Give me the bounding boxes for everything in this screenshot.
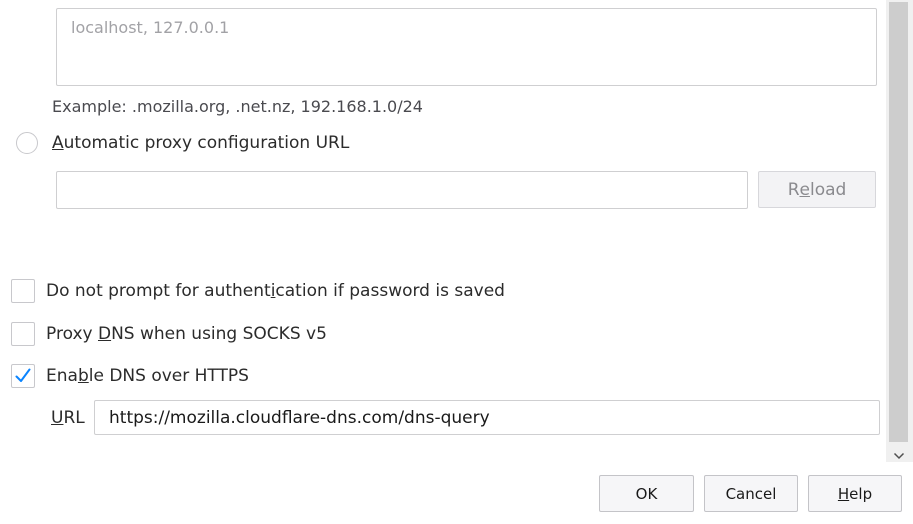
no-proxy-example: Example: .mozilla.org, .net.nz, 192.168.… xyxy=(52,97,423,116)
enable-doh-accesskey: b xyxy=(77,366,89,386)
enable-doh-label-post: le DNS over HTTPS xyxy=(88,366,249,386)
scrollbar-thumb[interactable] xyxy=(889,2,908,442)
auto-proxy-radio-row[interactable]: Automatic proxy configuration URL xyxy=(16,132,349,154)
auto-proxy-radio[interactable] xyxy=(16,132,38,154)
no-auth-prompt-row[interactable]: Do not prompt for authentication if pass… xyxy=(11,279,505,303)
connection-settings-panel: localhost, 127.0.0.1 Example: .mozilla.o… xyxy=(0,0,886,462)
enable-doh-checkbox[interactable] xyxy=(11,364,35,388)
reload-button[interactable]: Re load xyxy=(758,171,876,208)
auto-proxy-radio-label[interactable]: Automatic proxy configuration URL xyxy=(52,133,349,153)
doh-url-label-rest: RL xyxy=(63,408,85,428)
proxy-dns-accesskey: D xyxy=(97,324,112,344)
proxy-dns-label-post: NS when using SOCKS v5 xyxy=(111,324,327,344)
doh-url-accesskey: U xyxy=(51,408,64,428)
auto-proxy-label-rest: utomatic proxy configuration URL xyxy=(63,133,350,153)
no-proxy-for-textarea[interactable]: localhost, 127.0.0.1 xyxy=(56,8,877,86)
reload-pre: R xyxy=(787,179,800,200)
doh-url-value: https://mozilla.cloudflare-dns.com/dns-q… xyxy=(109,407,490,428)
proxy-dns-socks-label[interactable]: Proxy DNS when using SOCKS v5 xyxy=(46,324,327,344)
reload-accesskey: e xyxy=(799,179,810,200)
reload-post: load xyxy=(809,179,847,200)
no-auth-prompt-label[interactable]: Do not prompt for authentication if pass… xyxy=(46,281,505,301)
proxy-dns-socks-row[interactable]: Proxy DNS when using SOCKS v5 xyxy=(11,322,327,346)
no-auth-prompt-checkbox[interactable] xyxy=(11,279,35,303)
no-auth-prompt-label-pre: Do not prompt for authent xyxy=(46,281,271,301)
cancel-button[interactable]: Cancel xyxy=(704,475,798,512)
proxy-dns-socks-checkbox[interactable] xyxy=(11,322,35,346)
no-proxy-placeholder: localhost, 127.0.0.1 xyxy=(71,18,230,37)
auto-proxy-url-input[interactable] xyxy=(56,171,748,209)
enable-doh-row[interactable]: Enable DNS over HTTPS xyxy=(11,364,249,388)
help-button[interactable]: Help xyxy=(808,475,902,512)
ok-button[interactable]: OK xyxy=(599,475,694,512)
doh-url-label: URL xyxy=(51,408,85,428)
doh-url-input[interactable]: https://mozilla.cloudflare-dns.com/dns-q… xyxy=(94,400,880,435)
help-label-rest: elp xyxy=(849,484,873,503)
help-accesskey: H xyxy=(837,484,850,503)
enable-doh-label[interactable]: Enable DNS over HTTPS xyxy=(46,366,249,386)
enable-doh-label-pre: Ena xyxy=(46,366,78,386)
checkmark-icon xyxy=(15,368,31,382)
chevron-down-icon xyxy=(893,452,904,460)
proxy-dns-label-pre: Proxy xyxy=(46,324,98,344)
no-auth-prompt-label-post: cation if password is saved xyxy=(275,281,505,301)
accesskey-a: A xyxy=(52,133,64,153)
